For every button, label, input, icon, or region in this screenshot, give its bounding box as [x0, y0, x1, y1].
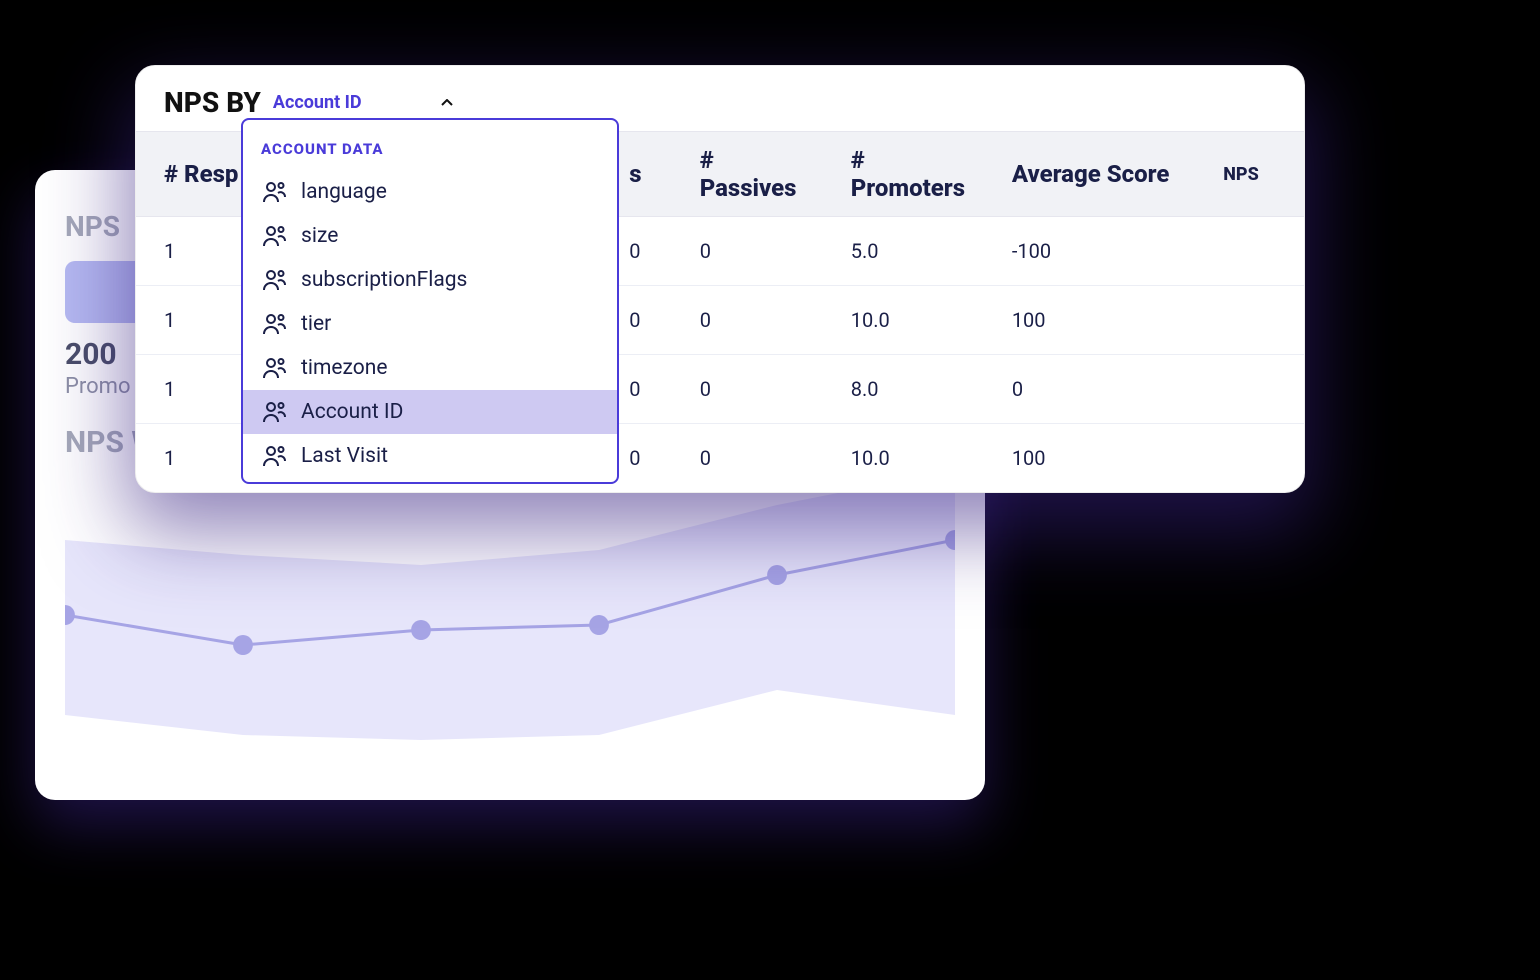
chart-band: [65, 470, 955, 740]
cell-avg: 0: [992, 355, 1203, 424]
cell-s: 0: [609, 355, 679, 424]
cell-nps: [1203, 424, 1304, 493]
people-icon: [261, 357, 287, 379]
cell-promoters: 8.0: [831, 355, 992, 424]
cell-s: 0: [609, 217, 679, 286]
chevron-up-icon: [441, 99, 453, 107]
dropdown-item-label: Last Visit: [301, 444, 388, 468]
people-icon: [261, 313, 287, 335]
people-icon: [261, 181, 287, 203]
cell-nps: [1203, 217, 1304, 286]
cell-passives: 0: [680, 286, 831, 355]
dropdown-item-label: size: [301, 224, 338, 248]
cell-passives: 0: [680, 217, 831, 286]
dropdown-item[interactable]: Last Visit: [243, 434, 617, 478]
table-header-nps[interactable]: NPS: [1203, 132, 1304, 217]
cell-s: 0: [609, 286, 679, 355]
dropdown-item[interactable]: size: [243, 214, 617, 258]
field-dropdown-panel[interactable]: ACCOUNT DATA language size subscriptionF…: [241, 118, 619, 484]
people-icon: [261, 225, 287, 247]
nps-weekly-chart: [65, 470, 955, 770]
cell-promoters: 5.0: [831, 217, 992, 286]
dropdown-item-label: Account ID: [301, 400, 403, 424]
table-header-s[interactable]: s: [609, 132, 679, 217]
cell-passives: 0: [680, 424, 831, 493]
field-dropdown-trigger[interactable]: Account ID: [273, 92, 453, 113]
people-icon: [261, 269, 287, 291]
cell-nps: [1203, 286, 1304, 355]
cell-avg: -100: [992, 217, 1203, 286]
field-dropdown-selected: Account ID: [273, 92, 362, 113]
cell-avg: 100: [992, 286, 1203, 355]
dropdown-item-label: tier: [301, 312, 331, 336]
people-icon: [261, 445, 287, 467]
nps-by-card: NPS BY Account ID ACCOUNT DATA language …: [135, 65, 1305, 493]
table-header-promoters[interactable]: # Promoters: [831, 132, 992, 217]
table-header-passives[interactable]: # Passives: [680, 132, 831, 217]
cell-passives: 0: [680, 355, 831, 424]
nps-by-title: NPS BY: [164, 86, 261, 119]
dropdown-item-label: language: [301, 180, 387, 204]
cell-s: 0: [609, 424, 679, 493]
cell-nps: [1203, 355, 1304, 424]
cell-promoters: 10.0: [831, 424, 992, 493]
cell-promoters: 10.0: [831, 286, 992, 355]
dropdown-item-label: subscriptionFlags: [301, 268, 467, 292]
table-header-avg[interactable]: Average Score: [992, 132, 1203, 217]
dropdown-item[interactable]: tier: [243, 302, 617, 346]
dropdown-item-label: timezone: [301, 356, 388, 380]
people-icon: [261, 401, 287, 423]
dropdown-item[interactable]: subscriptionFlags: [243, 258, 617, 302]
dropdown-item[interactable]: timezone: [243, 346, 617, 390]
dropdown-item[interactable]: Account ID: [243, 390, 617, 434]
dropdown-item[interactable]: language: [243, 170, 617, 214]
dropdown-section-header: ACCOUNT DATA: [243, 120, 617, 170]
cell-avg: 100: [992, 424, 1203, 493]
